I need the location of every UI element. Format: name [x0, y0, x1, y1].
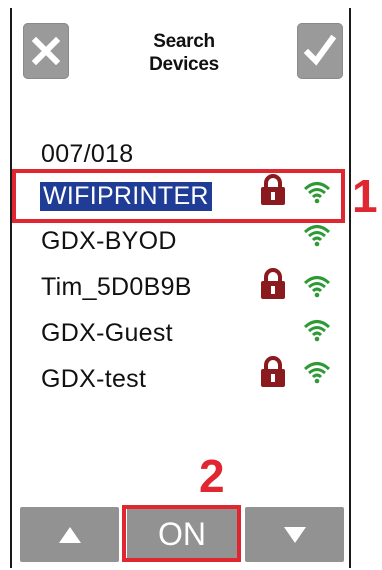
network-item-gdx-byod[interactable]: GDX-BYOD [40, 224, 178, 258]
wifi-signal-icon [303, 276, 331, 298]
network-name: 007/018 [41, 139, 134, 168]
network-name: GDX-BYOD [41, 226, 177, 255]
network-item-gdx-guest[interactable]: GDX-Guest [40, 316, 174, 350]
network-name: GDX-test [41, 364, 147, 393]
network-item-tim-5d0b9b[interactable]: Tim_5D0B9B [40, 270, 193, 304]
lock-icon [261, 268, 285, 299]
network-item-gdx-test[interactable]: GDX-test [40, 362, 147, 396]
page-title-line1: Search [153, 31, 215, 52]
wifi-signal-icon [303, 225, 331, 247]
selection-highlight-box [12, 169, 345, 223]
network-name: Tim_5D0B9B [41, 272, 192, 301]
wifi-signal-icon [303, 320, 331, 342]
page-title: Search Devices [120, 30, 248, 76]
annotation-marker-1: 1 [352, 170, 378, 222]
scroll-down-button[interactable] [245, 507, 344, 562]
toggle-highlight-box [122, 505, 241, 562]
close-icon [32, 37, 60, 65]
triangle-down-icon [283, 526, 306, 543]
confirm-button[interactable] [297, 23, 343, 79]
network-item-007-018[interactable]: 007/018 [40, 137, 134, 171]
scroll-up-button[interactable] [20, 507, 119, 562]
check-icon [303, 34, 337, 66]
close-button[interactable] [23, 23, 69, 79]
triangle-up-icon [58, 526, 81, 543]
network-name: GDX-Guest [41, 318, 173, 347]
wifi-signal-icon [303, 362, 331, 384]
lock-icon [261, 356, 285, 387]
page-title-line2: Devices [149, 54, 219, 75]
annotation-marker-2: 2 [199, 450, 225, 502]
